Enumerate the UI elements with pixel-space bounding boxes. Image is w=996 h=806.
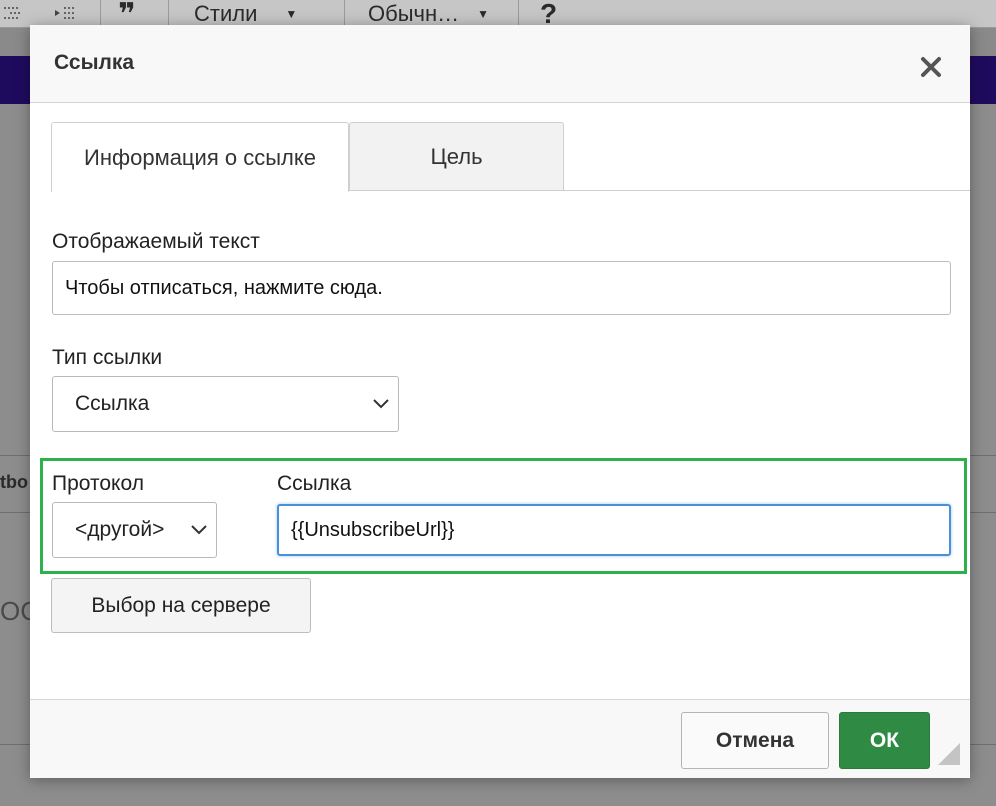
link-type-value: Ссылка bbox=[75, 392, 150, 415]
chevron-down-icon bbox=[191, 525, 207, 535]
tab-label: Цель bbox=[430, 144, 483, 169]
display-text-label: Отображаемый текст bbox=[52, 230, 260, 253]
toolbar-separator bbox=[100, 0, 101, 28]
cancel-label: Отмена bbox=[715, 728, 795, 752]
close-icon bbox=[921, 57, 941, 77]
close-button[interactable] bbox=[913, 49, 949, 85]
dropdown-arrow-icon: ▼ bbox=[285, 7, 298, 21]
tab-label: Информация о ссылке bbox=[84, 144, 316, 170]
link-type-label: Тип ссылки bbox=[52, 346, 163, 369]
editor-fragment-text: tbo bbox=[0, 472, 28, 492]
toolbar-separator bbox=[168, 0, 169, 28]
format-dropdown[interactable]: Обычн… ▼ bbox=[368, 0, 489, 28]
dialog-header: Ссылка bbox=[30, 25, 970, 103]
help-icon[interactable]: ? bbox=[540, 0, 557, 29]
indent-icon[interactable] bbox=[52, 0, 78, 28]
tab-link-info[interactable]: Информация о ссылке bbox=[51, 122, 349, 192]
protocol-select[interactable]: <другой> bbox=[52, 502, 217, 558]
display-text-input[interactable] bbox=[52, 261, 951, 315]
dropdown-arrow-icon: ▼ bbox=[477, 7, 490, 21]
dialog-title: Ссылка bbox=[54, 51, 135, 74]
protocol-value: <другой> bbox=[75, 518, 165, 541]
link-dialog: Ссылка Информация о ссылке Цель Отобража… bbox=[30, 25, 970, 778]
styles-dropdown[interactable]: Стили ▼ bbox=[194, 0, 297, 28]
link-type-select[interactable]: Ссылка bbox=[52, 376, 399, 432]
dialog-footer bbox=[30, 699, 970, 778]
url-label: Ссылка bbox=[277, 472, 352, 495]
tab-target[interactable]: Цель bbox=[349, 122, 564, 191]
browse-server-label: Выбор на сервере bbox=[91, 593, 271, 617]
toolbar-separator bbox=[344, 0, 345, 28]
editor-toolbar: ❞ Стили ▼ Обычн… ▼ ? bbox=[0, 0, 996, 31]
cancel-button[interactable]: Отмена bbox=[681, 712, 829, 769]
resize-handle-icon[interactable] bbox=[938, 743, 960, 765]
ok-button[interactable]: ОК bbox=[839, 712, 930, 769]
toolbar-separator bbox=[518, 0, 519, 28]
url-input[interactable] bbox=[277, 504, 951, 556]
blockquote-icon[interactable]: ❞ bbox=[118, 0, 136, 31]
outdent-icon[interactable] bbox=[0, 0, 22, 28]
format-dropdown-label: Обычн… bbox=[368, 1, 460, 26]
browse-server-button[interactable]: Выбор на сервере bbox=[51, 578, 311, 633]
ok-label: ОК bbox=[869, 728, 900, 752]
protocol-label: Протокол bbox=[52, 472, 144, 495]
chevron-down-icon bbox=[373, 399, 389, 409]
styles-dropdown-label: Стили bbox=[194, 1, 258, 26]
